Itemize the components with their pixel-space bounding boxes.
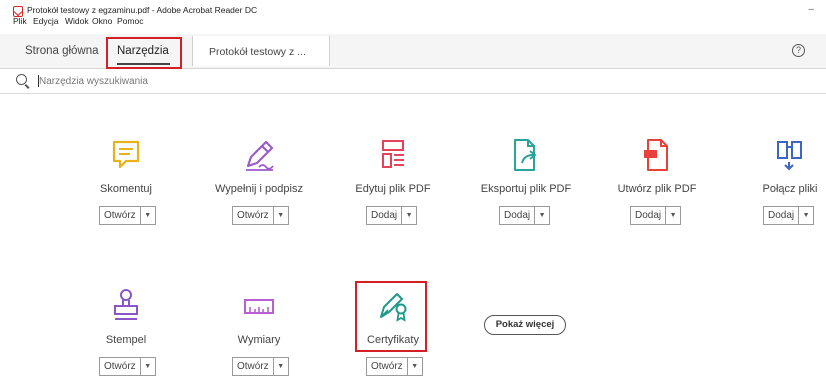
tool-add-control: Dodaj ▼ xyxy=(366,206,418,225)
measure-icon[interactable] xyxy=(239,287,279,327)
tool-label[interactable]: Skomentuj xyxy=(66,183,186,195)
open-button[interactable]: Otwórz xyxy=(100,207,141,224)
menu-view[interactable]: Widok xyxy=(65,16,89,26)
menu-edit[interactable]: Edycja xyxy=(33,16,59,26)
add-button[interactable]: Dodaj xyxy=(500,207,536,224)
add-button[interactable]: Dodaj xyxy=(367,207,403,224)
tool-open-control: Otwórz ▼ xyxy=(99,357,156,376)
add-button[interactable]: Dodaj xyxy=(764,207,800,224)
dropdown-arrow-icon[interactable]: ▼ xyxy=(402,207,416,224)
menu-file[interactable]: Plik xyxy=(13,16,27,26)
tool-add-control: Dodaj ▼ xyxy=(763,206,815,225)
tools-tab-highlight xyxy=(106,37,182,69)
menu-window[interactable]: Okno xyxy=(92,16,112,26)
export-pdf-icon[interactable] xyxy=(506,136,546,176)
search-icon xyxy=(16,74,27,85)
tool-label[interactable]: Eksportuj plik PDF xyxy=(466,183,586,195)
help-icon[interactable]: ? xyxy=(792,44,805,57)
dropdown-arrow-icon[interactable]: ▼ xyxy=(799,207,813,224)
edit-pdf-icon[interactable] xyxy=(373,136,413,176)
tab-home[interactable]: Strona główna xyxy=(25,45,99,57)
tools-search-input[interactable] xyxy=(39,73,339,89)
open-button[interactable]: Otwórz xyxy=(233,207,274,224)
tool-add-control: Dodaj ▼ xyxy=(499,206,551,225)
open-button[interactable]: Otwórz xyxy=(233,358,274,375)
combine-files-icon[interactable] xyxy=(770,136,810,176)
show-more-button[interactable]: Pokaż więcej xyxy=(484,315,566,335)
dropdown-arrow-icon[interactable]: ▼ xyxy=(141,207,155,224)
dropdown-arrow-icon[interactable]: ▼ xyxy=(274,358,288,375)
tab-document[interactable]: Protokół testowy z ... xyxy=(192,36,330,66)
dropdown-arrow-icon[interactable]: ▼ xyxy=(535,207,549,224)
fill-sign-icon[interactable] xyxy=(239,136,279,176)
tool-open-control: Otwórz ▼ xyxy=(232,357,289,376)
menu-help[interactable]: Pomoc xyxy=(117,16,143,26)
tab-document-label: Protokół testowy z ... xyxy=(209,46,306,58)
tools-search-bar xyxy=(0,69,826,94)
tool-open-control: Otwórz ▼ xyxy=(366,357,423,376)
dropdown-arrow-icon[interactable]: ▼ xyxy=(274,207,288,224)
tool-label[interactable]: Utwórz plik PDF xyxy=(597,183,717,195)
tool-label[interactable]: Połącz pliki xyxy=(730,183,826,195)
tool-open-control: Otwórz ▼ xyxy=(232,206,289,225)
create-pdf-icon[interactable] xyxy=(637,136,677,176)
dropdown-arrow-icon[interactable]: ▼ xyxy=(408,358,422,375)
tool-label[interactable]: Wypełnij i podpisz xyxy=(199,183,319,195)
open-button[interactable]: Otwórz xyxy=(367,358,408,375)
tool-add-control: Dodaj ▼ xyxy=(630,206,682,225)
tool-label[interactable]: Stempel xyxy=(66,334,186,346)
dropdown-arrow-icon[interactable]: ▼ xyxy=(666,207,680,224)
certificates-highlight xyxy=(355,281,427,352)
open-button[interactable]: Otwórz xyxy=(100,358,141,375)
minimize-button[interactable]: – xyxy=(808,4,814,15)
tool-label[interactable]: Wymiary xyxy=(199,334,319,346)
tool-label[interactable]: Edytuj plik PDF xyxy=(333,183,453,195)
window-title: Protokół testowy z egzaminu.pdf - Adobe … xyxy=(27,5,258,15)
tool-open-control: Otwórz ▼ xyxy=(99,206,156,225)
comment-icon[interactable] xyxy=(106,136,146,176)
dropdown-arrow-icon[interactable]: ▼ xyxy=(141,358,155,375)
stamp-icon[interactable] xyxy=(106,287,146,327)
add-button[interactable]: Dodaj xyxy=(631,207,667,224)
